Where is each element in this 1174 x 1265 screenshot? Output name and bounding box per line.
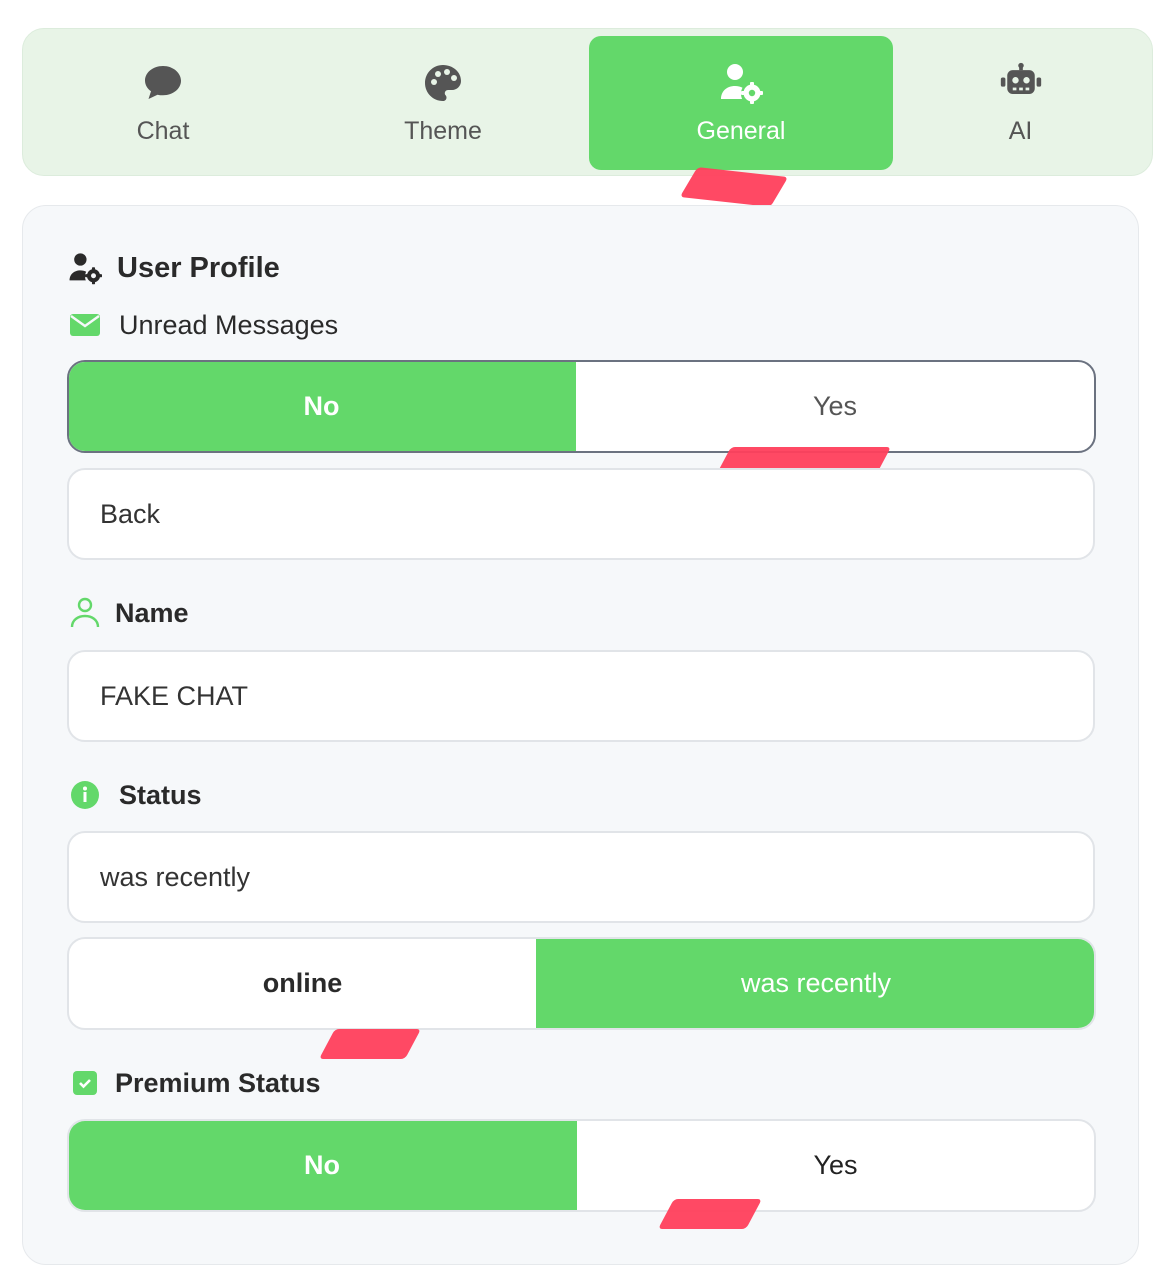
tab-label: AI — [1008, 116, 1033, 145]
unread-messages-label: Unread Messages — [67, 307, 338, 343]
premium-status-label: Premium Status — [67, 1065, 321, 1101]
unread-yes-option[interactable]: Yes — [576, 362, 1094, 451]
premium-no-option[interactable]: No — [69, 1121, 577, 1210]
premium-yes-option[interactable]: Yes — [577, 1121, 1094, 1210]
general-settings-panel: User Profile Unread Messages No Yes Back… — [22, 205, 1139, 1265]
unread-messages-input[interactable]: Back — [67, 468, 1095, 560]
envelope-icon — [67, 307, 103, 343]
unread-messages-toggle: No Yes — [67, 360, 1096, 453]
status-label: Status — [67, 777, 202, 813]
tab-general[interactable]: General — [589, 36, 893, 170]
tab-label: Chat — [136, 116, 190, 145]
highlight-mark — [658, 1199, 762, 1229]
status-online-option[interactable]: online — [69, 939, 536, 1028]
field-value: was recently — [100, 861, 251, 892]
user-profile-heading: User Profile — [67, 250, 280, 286]
field-value: Back — [100, 498, 161, 529]
name-label: Name — [67, 595, 189, 631]
name-input[interactable]: FAKE CHAT — [67, 650, 1095, 742]
label-text: Name — [115, 597, 189, 628]
info-circle-icon — [67, 777, 103, 813]
tab-theme[interactable]: Theme — [303, 36, 583, 170]
user-outline-icon — [67, 595, 103, 631]
chat-bubble-icon — [141, 61, 185, 105]
checkbox-checked-icon — [67, 1065, 103, 1101]
settings-tab-bar: Chat Theme General AI — [22, 28, 1153, 176]
field-value: FAKE CHAT — [100, 680, 249, 711]
unread-no-option[interactable]: No — [69, 362, 576, 451]
tab-label: General — [696, 116, 786, 145]
section-title-text: User Profile — [117, 251, 280, 284]
label-text: Status — [119, 779, 202, 810]
premium-status-toggle: No Yes — [67, 1119, 1096, 1212]
status-input[interactable]: was recently — [67, 831, 1095, 923]
status-toggle: online was recently — [67, 937, 1096, 1030]
label-text: Premium Status — [115, 1067, 321, 1098]
highlight-mark — [319, 1029, 421, 1059]
label-text: Unread Messages — [119, 309, 339, 340]
user-gear-icon — [719, 61, 763, 105]
palette-icon — [421, 61, 465, 105]
tab-ai[interactable]: AI — [893, 36, 1148, 170]
user-gear-icon — [67, 250, 103, 286]
tab-label: Theme — [404, 116, 482, 145]
status-was-recently-option[interactable]: was recently — [536, 939, 1094, 1028]
tab-chat[interactable]: Chat — [23, 36, 303, 170]
robot-icon — [999, 61, 1043, 105]
